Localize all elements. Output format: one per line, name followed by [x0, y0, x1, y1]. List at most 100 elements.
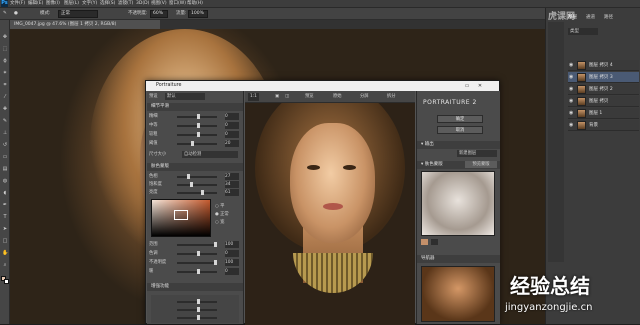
hand-tool-icon[interactable]: ✋	[2, 250, 8, 256]
enhance-slider[interactable]	[177, 299, 217, 304]
shape-tool-icon[interactable]: □	[2, 238, 8, 244]
layer-row-selected[interactable]: ◉ 图层 拷贝 3	[568, 72, 639, 83]
medium-value[interactable]: 0	[225, 122, 239, 129]
hue-value[interactable]: 27	[225, 173, 239, 180]
luminance-slider[interactable]	[177, 190, 217, 195]
cancel-button[interactable]: 取消	[437, 126, 483, 134]
warmth-slider[interactable]	[177, 269, 217, 274]
tint-slider[interactable]	[177, 251, 217, 256]
mask-selection-box[interactable]	[174, 210, 188, 220]
eye-icon[interactable]: ◉	[569, 110, 575, 116]
mask-option-normal[interactable]: ● 正常	[215, 211, 241, 218]
layer-row[interactable]: ◉ 图层 拷贝 4	[568, 60, 639, 71]
split-button[interactable]: 分屏	[360, 93, 369, 101]
skin-mask-preview[interactable]	[421, 171, 495, 236]
skin-color-picker[interactable]	[151, 199, 211, 237]
saturation-slider[interactable]	[177, 182, 217, 187]
crop-tool-icon[interactable]: ⌗	[2, 82, 8, 88]
tab-channels[interactable]: 通道	[586, 14, 595, 21]
background-color-swatch[interactable]	[4, 279, 9, 284]
original-button[interactable]: 原始	[333, 93, 342, 101]
blur-tool-icon[interactable]: ◍	[2, 178, 8, 184]
skin-mask-header[interactable]: 肤色蒙版	[147, 163, 243, 171]
mask-option-wide[interactable]: ○ 宽	[215, 219, 241, 226]
medium-slider[interactable]	[177, 123, 217, 128]
brush-tool-icon[interactable]: ✎	[3, 10, 7, 18]
pen-tool-icon[interactable]: ✒	[2, 202, 8, 208]
mask-option-flat[interactable]: ○ 平	[215, 203, 241, 210]
gradient-tool-icon[interactable]: ▤	[2, 166, 8, 172]
type-tool-icon[interactable]: T	[2, 214, 8, 220]
tab-paths[interactable]: 路径	[604, 14, 613, 21]
enhancements-header[interactable]: 增强功能	[147, 283, 243, 291]
menu-3d[interactable]: 3D(D)	[136, 0, 149, 8]
range-slider[interactable]	[177, 242, 217, 247]
marquee-tool-icon[interactable]: ⬚	[2, 46, 8, 52]
healing-tool-icon[interactable]: ✚	[2, 106, 8, 112]
preview-mask-button[interactable]: 预览蒙版	[465, 161, 497, 168]
menu-image[interactable]: 图像(I)	[46, 0, 60, 8]
kind-filter-select[interactable]: 类型	[568, 28, 598, 35]
move-tool-icon[interactable]: ✥	[2, 34, 8, 40]
fine-value[interactable]: 0	[225, 113, 239, 120]
enhance-slider[interactable]	[177, 315, 217, 320]
range-value[interactable]: 100	[225, 241, 239, 248]
threshold-slider[interactable]	[177, 141, 217, 146]
dodge-tool-icon[interactable]: ◖	[2, 190, 8, 196]
layer-row[interactable]: ◉ 背景	[568, 120, 639, 131]
mode-select[interactable]: 正常	[58, 10, 98, 18]
output-header[interactable]: ▾ 输出	[417, 141, 500, 149]
menu-help[interactable]: 帮助(H)	[187, 0, 203, 8]
eye-icon[interactable]: ◉	[569, 74, 575, 80]
brush-tool-icon[interactable]: ✎	[2, 118, 8, 124]
flow-input[interactable]: 100%	[188, 10, 208, 18]
lasso-tool-icon[interactable]: ϕ	[2, 58, 8, 64]
document-tab[interactable]: IMG_0047.jpg @ 47.6% (图层 1 拷贝 2, RGB/8)	[10, 20, 160, 29]
eye-icon[interactable]: ◉	[569, 86, 575, 92]
coarse-value[interactable]: 0	[225, 131, 239, 138]
menu-type[interactable]: 文字(Y)	[82, 0, 97, 8]
eye-icon[interactable]: ◉	[569, 98, 575, 104]
fine-slider[interactable]	[177, 114, 217, 119]
detail-smoothing-header[interactable]: 细节平滑	[147, 103, 243, 111]
eye-icon[interactable]: ◉	[569, 62, 575, 68]
navigator-header[interactable]: 导航器	[417, 255, 500, 263]
menu-view[interactable]: 视图(V)	[151, 0, 167, 8]
minimize-icon[interactable]: ▭	[461, 81, 473, 91]
eye-icon[interactable]: ◉	[569, 122, 575, 128]
preview-button[interactable]: 预览	[305, 93, 314, 101]
threshold-value[interactable]: 20	[225, 140, 239, 147]
split-view-icon[interactable]: ◫	[285, 93, 289, 101]
preview-image[interactable]	[245, 103, 415, 325]
magic-wand-tool-icon[interactable]: ✶	[2, 70, 8, 76]
menu-select[interactable]: 选择(S)	[100, 0, 115, 8]
compare-button[interactable]: 拆分	[387, 93, 396, 101]
brush-size-icon[interactable]: ●	[14, 10, 18, 18]
layer-row[interactable]: ◉ 图层 拷贝	[568, 96, 639, 107]
history-brush-tool-icon[interactable]: ↺	[2, 142, 8, 148]
zoom-select[interactable]: 1:1	[248, 93, 259, 101]
single-view-icon[interactable]: ▣	[275, 93, 279, 101]
zoom-tool-icon[interactable]: ⌕	[2, 262, 8, 268]
stamp-tool-icon[interactable]: ⊥	[2, 130, 8, 136]
size-select[interactable]: 自动检测	[182, 151, 238, 158]
navigator-thumbnail[interactable]	[421, 266, 495, 322]
saturation-value[interactable]: 34	[225, 181, 239, 188]
menu-layer[interactable]: 图层(L)	[64, 0, 79, 8]
menu-file[interactable]: 文件(F)	[10, 0, 25, 8]
mask-opacity-slider[interactable]	[177, 260, 217, 265]
preset-select[interactable]: 默认	[165, 93, 205, 100]
path-select-tool-icon[interactable]: ➤	[2, 226, 8, 232]
layer-row[interactable]: ◉ 图层 拷贝 2	[568, 84, 639, 95]
close-icon[interactable]: ✕	[474, 81, 486, 91]
output-select[interactable]: 新建图层	[457, 150, 497, 157]
hue-slider[interactable]	[177, 174, 217, 179]
eyedropper-tool-icon[interactable]: ⁄	[2, 94, 8, 100]
tint-value[interactable]: 0	[225, 250, 239, 257]
mask-opacity-value[interactable]: 100	[225, 259, 239, 266]
menu-edit[interactable]: 编辑(E)	[28, 0, 43, 8]
luminance-value[interactable]: 61	[225, 189, 239, 196]
ok-button[interactable]: 确定	[437, 115, 483, 123]
eraser-tool-icon[interactable]: ▭	[2, 154, 8, 160]
opacity-input[interactable]: 60%	[150, 10, 168, 18]
